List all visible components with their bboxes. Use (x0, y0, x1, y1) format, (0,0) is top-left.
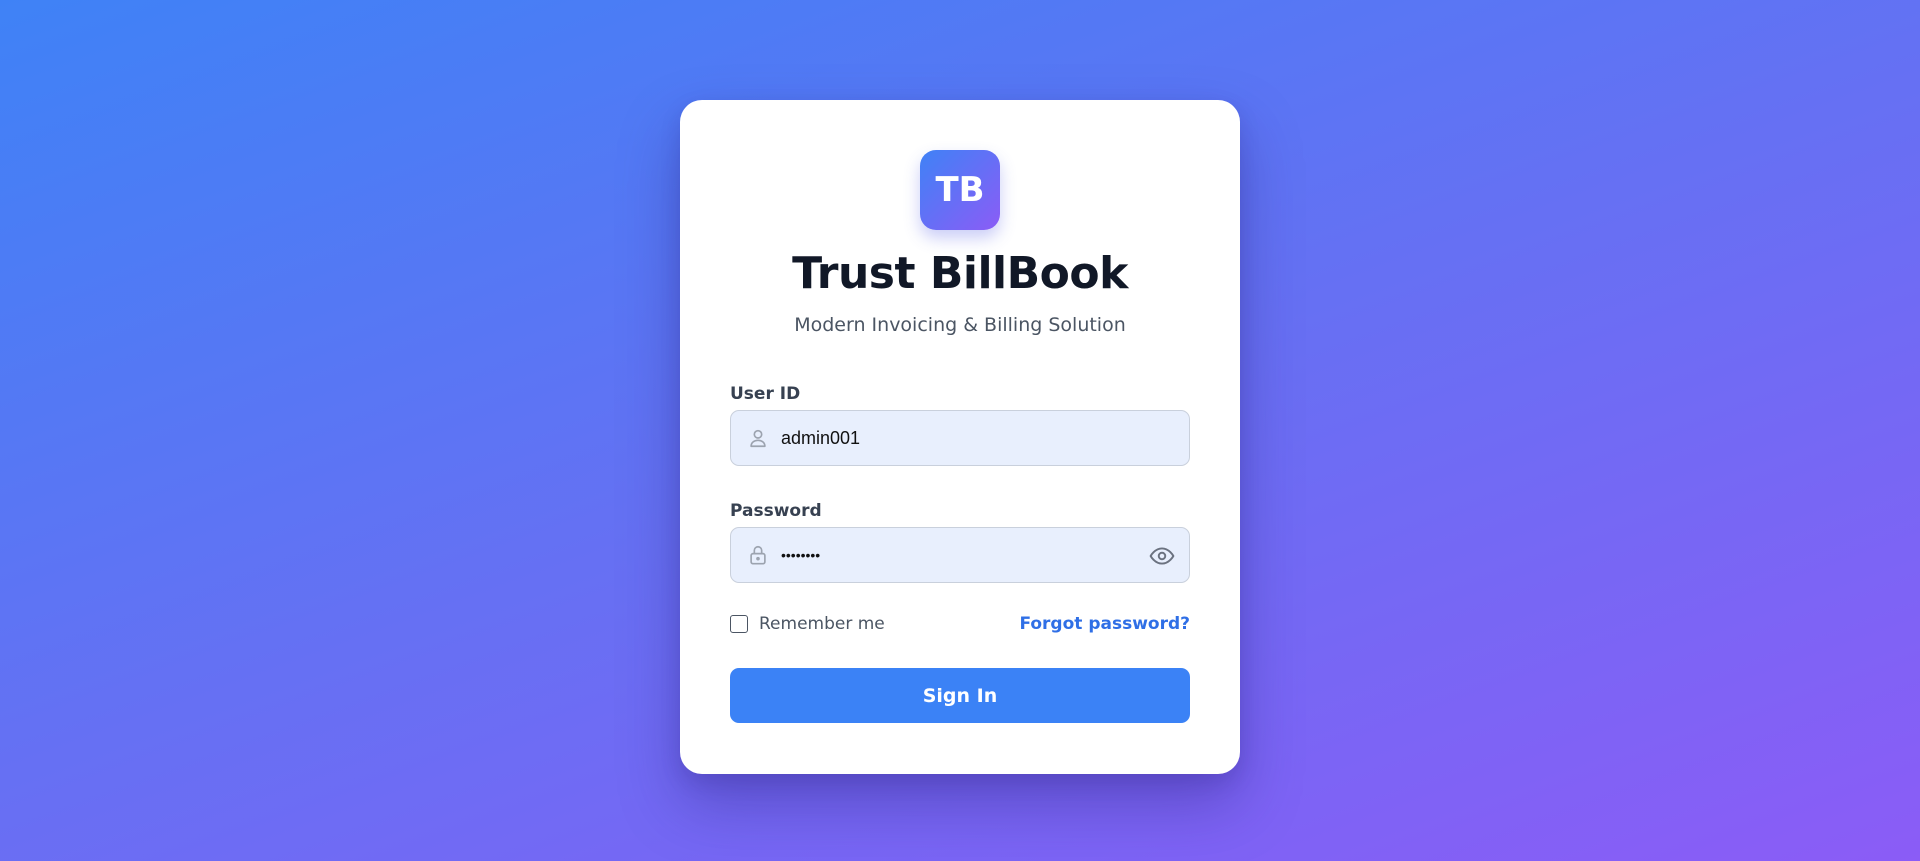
app-logo: TB (920, 150, 1000, 230)
remember-me-label: Remember me (759, 614, 885, 634)
user-id-input[interactable] (781, 411, 1121, 465)
logo-text: TB (935, 170, 985, 210)
remember-me[interactable]: Remember me (730, 614, 885, 634)
user-icon (750, 429, 766, 448)
app-subtitle: Modern Invoicing & Billing Solution (794, 314, 1126, 336)
sign-in-button[interactable]: Sign In (730, 668, 1190, 723)
user-id-field[interactable] (730, 410, 1190, 466)
forgot-password-link[interactable]: Forgot password? (1019, 614, 1190, 634)
login-card: TB Trust BillBook Modern Invoicing & Bil… (680, 100, 1240, 774)
password-field[interactable] (730, 527, 1190, 583)
user-id-label: User ID (730, 384, 801, 404)
lock-icon (750, 545, 766, 565)
app-title: Trust BillBook (792, 248, 1128, 299)
eye-icon[interactable] (1149, 543, 1175, 569)
password-label: Password (730, 501, 822, 521)
remember-me-checkbox[interactable] (730, 615, 748, 633)
password-input[interactable] (781, 528, 1121, 582)
